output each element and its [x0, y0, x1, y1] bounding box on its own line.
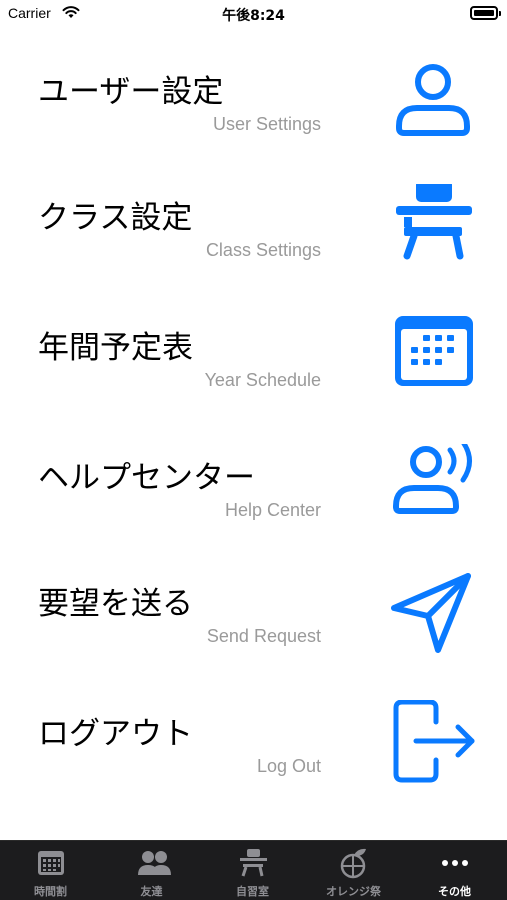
menu-item-subtitle: Class Settings [205, 240, 321, 260]
tab-label: 友達 [140, 885, 163, 898]
tab-label: 時間割 [34, 885, 67, 898]
menu-item-send-request[interactable]: 要望を送る Send Request [0, 573, 507, 688]
tab-friends[interactable]: 友達 [101, 841, 202, 900]
tab-orange-festival[interactable]: オレンジ祭 [303, 841, 404, 900]
menu-item-title: クラス設定 [38, 200, 193, 236]
menu-item-title: 年間予定表 [38, 330, 193, 366]
calendar-icon [395, 316, 473, 386]
tab-timetable[interactable]: 時間割 [0, 841, 101, 900]
menu-item-subtitle: User Settings [212, 114, 321, 134]
menu-item-subtitle: Log Out [256, 756, 321, 776]
battery-icon [470, 6, 501, 20]
person-speaking-icon [393, 444, 472, 514]
desk-icon [396, 184, 472, 260]
menu-item-year-schedule[interactable]: 年間予定表 Year Schedule [0, 316, 507, 432]
timetable-icon [38, 851, 64, 875]
menu-item-subtitle: Year Schedule [204, 370, 321, 390]
paper-plane-icon [391, 573, 471, 653]
menu-item-subtitle: Help Center [224, 500, 321, 520]
tab-more[interactable]: その他 [404, 841, 505, 900]
tab-label: 自習室 [236, 885, 269, 898]
desk-icon [240, 849, 267, 877]
menu-item-help-center[interactable]: ヘルプセンター Help Center [0, 444, 507, 562]
menu-item-subtitle: Send Request [206, 626, 321, 646]
logout-icon [393, 700, 475, 783]
tab-bar: 時間割 友達 自習室 オレンジ祭 その他 [0, 840, 507, 900]
orange-icon [340, 848, 366, 879]
menu-item-title: ユーザー設定 [38, 74, 224, 110]
status-time: 午後8:24 [222, 8, 285, 24]
person-icon [396, 64, 470, 136]
friends-icon [138, 851, 171, 875]
menu-item-log-out[interactable]: ログアウト Log Out [0, 700, 507, 818]
menu-item-title: ヘルプセンター [38, 460, 255, 496]
menu-item-class-settings[interactable]: クラス設定 Class Settings [0, 184, 507, 302]
tab-label: その他 [438, 885, 471, 898]
menu-item-user-settings[interactable]: ユーザー設定 User Settings [0, 64, 507, 176]
status-bar: Carrier 午後8:24 [0, 0, 507, 28]
tab-label: オレンジ祭 [326, 885, 381, 898]
tab-study-room[interactable]: 自習室 [202, 841, 303, 900]
menu-item-title: 要望を送る [38, 586, 193, 622]
menu-item-title: ログアウト [38, 716, 193, 752]
more-icon [442, 860, 468, 866]
